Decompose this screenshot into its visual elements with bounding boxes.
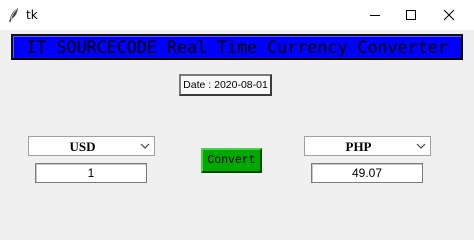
- to-currency-select[interactable]: PHP: [304, 136, 431, 156]
- date-label: Date : 2020-08-01: [183, 79, 268, 91]
- to-amount-value: 49.07: [351, 166, 383, 180]
- from-currency-value: USD: [69, 139, 96, 154]
- from-amount-value: 1: [87, 166, 95, 180]
- window-title: tk: [26, 8, 38, 22]
- close-icon: [443, 9, 455, 21]
- chevron-down-icon[interactable]: [140, 142, 150, 150]
- chevron-down-icon[interactable]: [416, 142, 426, 150]
- to-amount-output[interactable]: 49.07: [311, 163, 423, 183]
- to-currency-value: PHP: [345, 139, 372, 154]
- date-display: Date : 2020-08-01: [179, 74, 272, 96]
- feather-icon: [7, 7, 21, 23]
- app-banner: IT SOURCECODE Real Time Currency Convert…: [11, 34, 463, 60]
- close-button[interactable]: [431, 0, 467, 30]
- convert-button-label: Convert: [207, 154, 256, 167]
- banner-title: IT SOURCECODE Real Time Currency Convert…: [26, 38, 448, 58]
- minimize-button[interactable]: [357, 0, 393, 30]
- from-currency-select[interactable]: USD: [28, 136, 155, 156]
- maximize-icon: [406, 10, 416, 20]
- convert-button[interactable]: Convert: [201, 148, 262, 173]
- title-bar[interactable]: tk: [0, 0, 474, 30]
- minimize-icon: [370, 15, 380, 16]
- from-amount-input[interactable]: 1: [35, 163, 147, 183]
- maximize-button[interactable]: [393, 0, 429, 30]
